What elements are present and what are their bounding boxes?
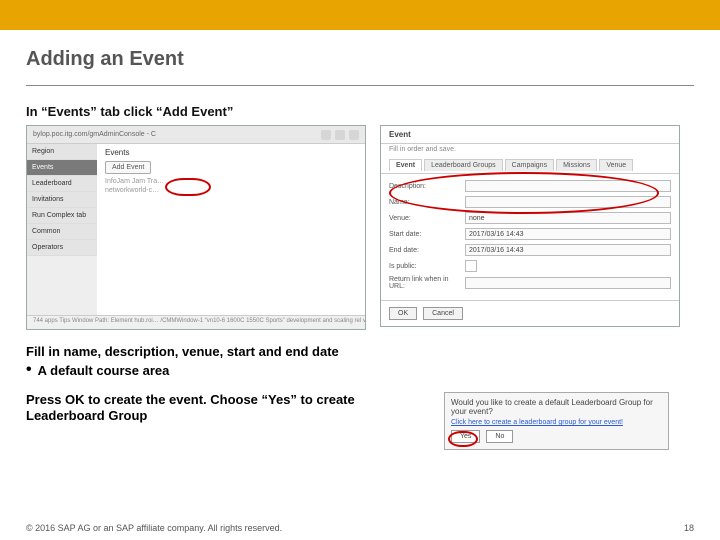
browser-chrome: bylop.poc.itg.com/gmAdminConsole - C — [27, 126, 365, 144]
event-row[interactable]: networkworld-c… — [105, 187, 357, 194]
desc-label: Description: — [389, 183, 459, 190]
start-label: Start date: — [389, 231, 459, 238]
bullet-default-course: A default course area — [26, 362, 694, 378]
end-label: End date: — [389, 247, 459, 254]
sidebar-item-operators[interactable]: Operators — [27, 240, 97, 256]
sidebar-item-leaderboard[interactable]: Leaderboard — [27, 176, 97, 192]
screenshot-event-form: Event Fill in order and save. Event Lead… — [380, 125, 680, 327]
form-body: Description: Name: Venue: none Start date… — [381, 174, 679, 300]
name-input[interactable] — [465, 196, 671, 208]
sidebar-item-region[interactable]: Region — [27, 144, 97, 160]
screenshots-row: bylop.poc.itg.com/gmAdminConsole - C Reg… — [26, 125, 694, 330]
instruction-3: Press OK to create the event. Choose “Ye… — [26, 392, 426, 425]
dialog-text: Would you like to create a default Leade… — [451, 398, 662, 416]
events-heading: Events — [105, 148, 357, 157]
status-bar: 744 apps Tips Window Path: Element hub.r… — [27, 315, 365, 329]
name-label: Name: — [389, 199, 459, 206]
form-title: Event — [381, 126, 679, 144]
dialog-link[interactable]: Click here to create a leaderboard group… — [451, 419, 662, 426]
return-link-input[interactable] — [465, 277, 671, 289]
tab-venue[interactable]: Venue — [599, 159, 633, 171]
admin-sidebar: Region Events Leaderboard Invitations Ru… — [27, 144, 97, 315]
tab-leaderboard-groups[interactable]: Leaderboard Groups — [424, 159, 503, 171]
row-press: Press OK to create the event. Choose “Ye… — [26, 392, 694, 450]
browser-icons — [321, 130, 359, 140]
cancel-button[interactable]: Cancel — [423, 307, 463, 320]
end-date-input[interactable]: 2017/03/16 14:43 — [465, 244, 671, 256]
divider — [26, 85, 694, 86]
tab-missions[interactable]: Missions — [556, 159, 597, 171]
content: In “Events” tab click “Add Event” bylop.… — [0, 104, 720, 450]
event-row[interactable]: InfoJam Jam Tra… — [105, 178, 357, 185]
no-button[interactable]: No — [486, 430, 513, 443]
slide-footer: © 2016 SAP AG or an SAP affiliate compan… — [0, 516, 720, 540]
public-checkbox[interactable] — [465, 260, 477, 272]
sidebar-item-common[interactable]: Common — [27, 224, 97, 240]
venue-label: Venue: — [389, 215, 459, 222]
yes-button[interactable]: Yes — [451, 430, 480, 443]
instruction-2: Fill in name, description, venue, start … — [26, 344, 694, 359]
public-label: Is public: — [389, 263, 459, 270]
form-buttons: OK Cancel — [381, 300, 679, 326]
start-date-input[interactable]: 2017/03/16 14:43 — [465, 228, 671, 240]
tab-campaigns[interactable]: Campaigns — [505, 159, 554, 171]
sidebar-item-invitations[interactable]: Invitations — [27, 192, 97, 208]
screenshot-admin-console: bylop.poc.itg.com/gmAdminConsole - C Reg… — [26, 125, 366, 330]
venue-select[interactable]: none — [465, 212, 671, 224]
page-title: Adding an Event — [0, 30, 720, 79]
page-number: 18 — [684, 523, 694, 533]
screenshot-confirm-dialog: Would you like to create a default Leade… — [444, 392, 669, 450]
sidebar-item-events[interactable]: Events — [27, 160, 97, 176]
form-subhead: Fill in order and save. — [381, 144, 679, 155]
url-bar: bylop.poc.itg.com/gmAdminConsole - C — [33, 131, 156, 138]
ok-button[interactable]: OK — [389, 307, 417, 320]
brand-bar — [0, 0, 720, 30]
add-event-button[interactable]: Add Event — [105, 161, 151, 174]
sidebar-item-complex[interactable]: Run Complex tab — [27, 208, 97, 224]
instruction-1: In “Events” tab click “Add Event” — [26, 104, 694, 119]
return-link-label: Return link when in URL: — [389, 276, 459, 290]
admin-main: Events Add Event InfoJam Jam Tra… networ… — [97, 144, 365, 315]
copyright: © 2016 SAP AG or an SAP affiliate compan… — [26, 523, 282, 533]
desc-input[interactable] — [465, 180, 671, 192]
tab-event[interactable]: Event — [389, 159, 422, 171]
form-tabs: Event Leaderboard Groups Campaigns Missi… — [381, 155, 679, 174]
